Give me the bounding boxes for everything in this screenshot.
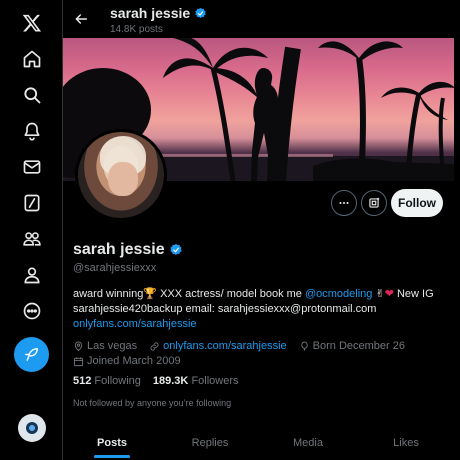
more-circle-icon[interactable] (15, 294, 49, 328)
tab-posts[interactable]: Posts (63, 425, 161, 460)
bio-mention-link[interactable]: @ocmodeling (305, 288, 372, 300)
joined-text: Joined March 2009 (87, 355, 181, 367)
header-title: sarah jessie (110, 5, 207, 21)
search-icon[interactable] (15, 78, 49, 112)
link-icon (150, 342, 159, 351)
following-count: 512 (73, 375, 92, 387)
bio-text: ✌ (372, 288, 385, 300)
back-arrow-icon[interactable] (71, 9, 91, 29)
scrollbar[interactable] (454, 0, 460, 460)
more-options-button[interactable] (331, 190, 357, 216)
tab-replies[interactable]: Replies (161, 425, 259, 460)
birthday-item: Born December 26 (299, 339, 405, 354)
birthday-text: Born December 26 (312, 340, 405, 352)
header-name-text: sarah jessie (110, 5, 191, 21)
profile-meta: Las vegas onlyfans.com/sarahjessie Born … (73, 339, 443, 369)
verified-badge-icon[interactable] (169, 243, 183, 257)
notification-add-icon (369, 197, 380, 208)
not-followed-notice: Not followed by anyone you’re following (73, 398, 232, 408)
notifications-bell-icon[interactable] (15, 114, 49, 148)
location-pin-icon (74, 341, 83, 352)
profile-avatar[interactable] (75, 129, 167, 221)
ellipsis-icon (339, 201, 349, 205)
home-icon[interactable] (15, 42, 49, 76)
follow-button[interactable]: Follow (391, 189, 443, 217)
balloon-icon (300, 341, 308, 351)
profile-bio: award winning🏆 XXX actress/ model book m… (73, 287, 443, 332)
header-post-count: 14.8K posts (110, 24, 163, 35)
bio-text: award winning (73, 288, 144, 300)
follow-stats: 512 Following 189.3K Followers (73, 375, 239, 387)
account-avatar[interactable] (18, 414, 46, 442)
followers-stat[interactable]: 189.3K Followers (153, 375, 239, 387)
following-label: Following (94, 375, 141, 387)
x-logo-icon[interactable] (15, 6, 49, 40)
messages-envelope-icon[interactable] (15, 150, 49, 184)
profile-header-bar: sarah jessie 14.8K posts (63, 0, 455, 38)
location-item: Las vegas (73, 339, 137, 354)
verified-badge-icon (195, 7, 206, 18)
bio-text: XXX actress/ model book me (157, 288, 305, 300)
following-stat[interactable]: 512 Following (73, 375, 141, 387)
calendar-icon (73, 357, 84, 367)
heart-emoji: ❤ (384, 288, 394, 300)
profile-name: sarah jessie (73, 241, 183, 259)
bio-onlyfans-link[interactable]: onlyfans.com/sarahjessie (73, 318, 197, 330)
left-navigation (0, 0, 62, 460)
grok-slash-icon[interactable] (15, 186, 49, 220)
tab-likes[interactable]: Likes (357, 425, 455, 460)
profile-tabs: Posts Replies Media Likes (63, 425, 455, 460)
joined-item: Joined March 2009 (73, 354, 181, 369)
followers-label: Followers (191, 375, 239, 387)
communities-icon[interactable] (15, 222, 49, 256)
location-text: Las vegas (87, 340, 138, 352)
compose-post-button[interactable] (14, 337, 49, 372)
profile-main-column: sarah jessie 14.8K posts Follow sarah je… (62, 0, 455, 460)
website-link[interactable]: onlyfans.com/sarahjessie (163, 339, 287, 354)
subscribe-notifications-button[interactable] (361, 190, 387, 216)
tab-media[interactable]: Media (259, 425, 357, 460)
profile-person-icon[interactable] (15, 258, 49, 292)
profile-handle: @sarahjessiexxx (73, 262, 157, 274)
profile-name-text: sarah jessie (73, 241, 165, 258)
compose-feather-icon (25, 348, 38, 361)
website-item[interactable]: onlyfans.com/sarahjessie (149, 339, 287, 354)
followers-count: 189.3K (152, 375, 189, 387)
trophy-emoji: 🏆 (143, 288, 158, 300)
